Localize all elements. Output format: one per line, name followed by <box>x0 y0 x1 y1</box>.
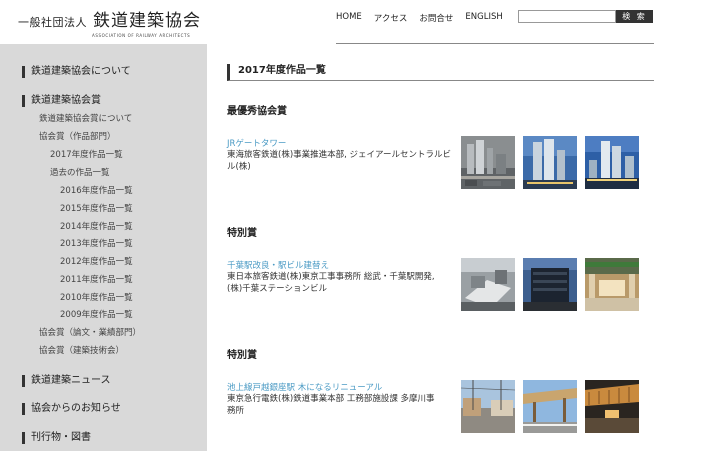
station-street-photo <box>461 380 515 433</box>
logo-main-text: 鉄道建築協会 <box>93 11 201 31</box>
sidebar-item-2017[interactable]: 2017年度作品一覧 <box>50 150 123 161</box>
award-heading: 特別賞 <box>227 350 257 361</box>
work-title-link[interactable]: JRゲートタワー <box>227 137 286 149</box>
award-heading: 特別賞 <box>227 228 257 239</box>
search-button[interactable]: 検 索 <box>616 10 653 23</box>
platform-canopy-photo <box>523 380 577 433</box>
sidebar-item-2010[interactable]: 2010年度作品一覧 <box>60 293 133 304</box>
work-title-link[interactable]: 千葉駅改良・駅ビル建替え <box>227 259 329 271</box>
work-title-link[interactable]: 池上線戸越銀座駅 木になるリニューアル <box>227 381 382 393</box>
station-aerial-photo <box>461 258 515 311</box>
award-heading: 最優秀協会賞 <box>227 106 287 117</box>
work-photo-thumbnail[interactable] <box>461 258 515 311</box>
top-navigation: HOME アクセス お問合せ ENGLISH <box>336 12 503 24</box>
site-logo[interactable]: 一般社団法人 鉄道建築協会 ASSOCIATION OF RAILWAY ARC… <box>18 6 208 40</box>
sidebar-item-2014[interactable]: 2014年度作品一覧 <box>60 222 133 233</box>
sidebar-item-2011[interactable]: 2011年度作品一覧 <box>60 275 133 286</box>
work-description: 東海旅客鉄道(株)事業推進本部, ジェイアールセントラルビ ル(株) <box>227 149 457 173</box>
work-photo-thumbnail[interactable] <box>585 380 639 433</box>
concourse-interior-photo <box>585 258 639 311</box>
sidebar-item-award-tech[interactable]: 協会賞（建築技術会） <box>39 346 124 357</box>
sidebar-item-award-works[interactable]: 協会賞（作品部門） <box>39 132 116 143</box>
wooden-roof-night-photo <box>585 380 639 433</box>
work-photo-thumbnail[interactable] <box>523 380 577 433</box>
aerial-city-photo <box>461 136 515 189</box>
sidebar-item-about[interactable]: 鉄道建築協会について <box>22 66 131 78</box>
work-photo-thumbnail[interactable] <box>461 136 515 189</box>
sidebar-item-publications[interactable]: 刊行物・図書 <box>22 432 91 444</box>
work-description-line: 東海旅客鉄道(株)事業推進本部, ジェイアールセントラルビ <box>227 150 452 160</box>
sidebar-item-award-about[interactable]: 鉄道建築協会賞について <box>39 114 132 125</box>
work-description-line: 東京急行電鉄(株)鉄道事業本部 工務部施設課 多摩川事 <box>227 394 435 404</box>
work-description: 東日本旅客鉄道(株)東京工事事務所 総武・千葉駅開発, (株)千葉ステーションビ… <box>227 271 457 295</box>
work-photo-thumbnail[interactable] <box>461 380 515 433</box>
work-photo-thumbnail[interactable] <box>523 258 577 311</box>
sidebar-item-2016[interactable]: 2016年度作品一覧 <box>60 186 133 197</box>
sidebar-item-2009[interactable]: 2009年度作品一覧 <box>60 310 133 321</box>
work-description-line: 東日本旅客鉄道(株)東京工事事務所 総武・千葉駅開発, <box>227 272 435 282</box>
work-description-line: ル(株) <box>227 162 251 172</box>
sidebar-item-award[interactable]: 鉄道建築協会賞 <box>22 95 101 107</box>
sidebar-item-notices[interactable]: 協会からのお知らせ <box>22 403 121 415</box>
nav-english[interactable]: ENGLISH <box>465 12 502 24</box>
work-description: 東京急行電鉄(株)鉄道事業本部 工務部施設課 多摩川事 務所 <box>227 393 457 417</box>
tower-dusk-photo <box>523 136 577 189</box>
sidebar-item-2015[interactable]: 2015年度作品一覧 <box>60 204 133 215</box>
tower-night-photo <box>585 136 639 189</box>
work-photo-thumbnail[interactable] <box>523 136 577 189</box>
work-description-line: (株)千葉ステーションビル <box>227 284 327 294</box>
logo-small-text: 一般社団法人 <box>18 16 87 29</box>
header-divider <box>336 43 654 44</box>
work-description-line: 務所 <box>227 406 245 416</box>
nav-home[interactable]: HOME <box>336 12 362 24</box>
work-photo-thumbnail[interactable] <box>585 258 639 311</box>
work-photo-thumbnail[interactable] <box>585 136 639 189</box>
sidebar-item-2013[interactable]: 2013年度作品一覧 <box>60 239 133 250</box>
search-input[interactable] <box>518 10 616 23</box>
sidebar-item-award-papers[interactable]: 協会賞（論文・業績部門） <box>39 328 141 339</box>
sidebar: 鉄道建築協会について 鉄道建築協会賞 鉄道建築協会賞について 協会賞（作品部門）… <box>0 44 207 451</box>
nav-access[interactable]: アクセス <box>374 12 408 24</box>
station-building-photo <box>523 258 577 311</box>
sidebar-item-past-works[interactable]: 過去の作品一覧 <box>50 168 110 179</box>
nav-contact[interactable]: お問合せ <box>419 12 453 24</box>
sidebar-item-news[interactable]: 鉄道建築ニュース <box>22 375 111 387</box>
sidebar-item-2012[interactable]: 2012年度作品一覧 <box>60 257 133 268</box>
page-title: 2017年度作品一覧 <box>227 64 654 81</box>
logo-subtitle: ASSOCIATION OF RAILWAY ARCHITECTS <box>92 33 191 38</box>
